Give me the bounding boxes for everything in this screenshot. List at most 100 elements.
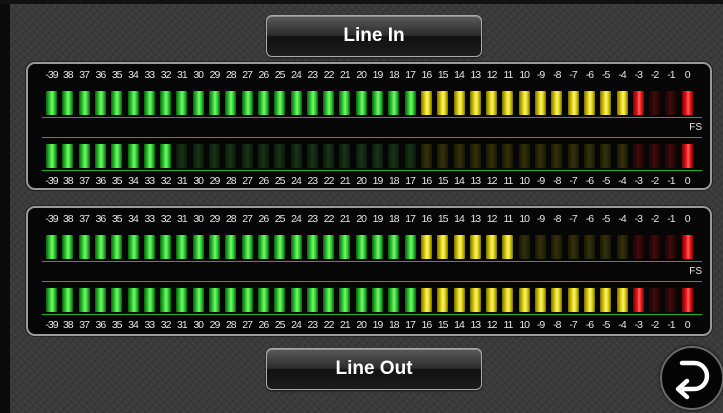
meter-segment <box>46 91 57 115</box>
meter-segment <box>225 91 237 115</box>
meter-segment <box>78 235 90 259</box>
db-scale-label: 28 <box>225 69 237 81</box>
db-scale-label: 30 <box>193 175 204 187</box>
meter-segment <box>46 235 57 259</box>
db-scale-label: 17 <box>405 69 416 81</box>
meter-segment <box>306 144 318 168</box>
line-out-meter-panel: -39 38 37 36 35 34 33 32 31 30 29 28 27 26 25 24 23 22 21 2… <box>26 206 712 336</box>
meter-segment <box>372 288 383 312</box>
db-scale-label: 33 <box>144 213 155 225</box>
db-scale-label: -8 <box>553 213 561 225</box>
meter-segment <box>290 235 302 259</box>
db-scale-label: 15 <box>437 319 449 331</box>
db-scale-label: 34 <box>128 175 139 187</box>
meter-segment <box>388 235 400 259</box>
meter-segment <box>567 235 579 259</box>
db-scale-label: 20 <box>356 319 367 331</box>
meter-divider-line <box>42 117 702 118</box>
meter-segment <box>583 235 595 259</box>
meter-segment <box>372 235 383 259</box>
db-scale-label: 26 <box>258 213 270 225</box>
db-scale-label: 34 <box>128 319 139 331</box>
meter-segment <box>339 144 351 168</box>
meter-segment <box>649 144 661 168</box>
db-scale-label: 37 <box>79 213 90 225</box>
db-scale-label: -9 <box>536 175 545 187</box>
line-out-meter-2 <box>28 288 710 312</box>
meter-segment <box>469 288 481 312</box>
db-scale-label: 26 <box>258 319 270 331</box>
db-scale-label: -6 <box>585 175 594 187</box>
db-scale-label: 19 <box>372 319 384 331</box>
db-scale-label: 10 <box>519 175 530 187</box>
line-in-meter-2 <box>28 144 710 168</box>
meter-segment <box>388 144 400 168</box>
line-out-button[interactable]: Line Out <box>266 348 482 390</box>
db-scale-label: 18 <box>388 69 400 81</box>
db-scale-label: 36 <box>95 175 107 187</box>
fs-label: FS <box>689 122 702 133</box>
db-scale-label: 15 <box>437 213 449 225</box>
meter-divider-line <box>42 314 702 315</box>
return-button[interactable] <box>660 346 723 410</box>
db-scale-bottom: -39 38 37 36 35 34 33 32 31 30 29 28 27 26 25 24 23 22 21 2… <box>28 175 710 187</box>
meter-segment <box>420 235 432 259</box>
meter-segment <box>339 91 351 115</box>
db-scale-label: 0 <box>684 213 691 225</box>
meter-segment <box>241 91 253 115</box>
db-scale-label: 27 <box>242 69 253 81</box>
meter-segment <box>681 288 693 312</box>
db-scale-label: 29 <box>209 319 221 331</box>
db-scale-label: 37 <box>79 319 90 331</box>
meter-divider-line <box>42 281 702 282</box>
db-scale-label: 22 <box>323 175 335 187</box>
db-scale-label: 21 <box>340 319 351 331</box>
db-scale-label: 20 <box>356 175 367 187</box>
db-scale-label: -1 <box>667 213 675 225</box>
db-scale-label: 14 <box>454 213 465 225</box>
meter-segment <box>502 91 514 115</box>
meter-segment <box>241 144 253 168</box>
db-scale-bottom: -39 38 37 36 35 34 33 32 31 30 29 28 27 26 25 24 23 22 21 2… <box>28 319 710 331</box>
db-scale-label: 12 <box>486 175 498 187</box>
db-scale-label: 38 <box>62 213 74 225</box>
meter-segment <box>160 288 172 312</box>
meter-segment <box>616 288 628 312</box>
meter-segment <box>46 288 57 312</box>
db-scale-label: 23 <box>307 175 318 187</box>
meter-segment <box>420 144 432 168</box>
db-scale-label: 13 <box>470 175 481 187</box>
db-scale-label: -5 <box>602 319 610 331</box>
db-scale-label: 35 <box>111 319 123 331</box>
frame-border-top <box>0 0 723 4</box>
db-scale-label: 22 <box>323 69 335 81</box>
db-scale-label: 23 <box>307 213 318 225</box>
meter-segment <box>306 91 318 115</box>
db-scale-label: -5 <box>602 69 610 81</box>
meter-segment <box>143 144 155 168</box>
db-scale-label: 22 <box>323 319 335 331</box>
meter-segment <box>306 288 318 312</box>
db-scale-label: 19 <box>372 213 384 225</box>
db-scale-label: -4 <box>618 175 626 187</box>
db-scale-label: 20 <box>356 213 367 225</box>
meter-segment <box>567 91 579 115</box>
db-scale-label: 15 <box>437 175 449 187</box>
db-scale-label: 31 <box>177 213 188 225</box>
line-in-button[interactable]: Line In <box>266 15 482 57</box>
meter-segment <box>616 235 628 259</box>
db-scale-label: -2 <box>650 69 659 81</box>
meter-segment <box>355 235 367 259</box>
meter-segment <box>127 235 139 259</box>
db-scale-label: -4 <box>618 69 626 81</box>
db-scale-label: 19 <box>372 175 384 187</box>
meter-segment <box>160 235 172 259</box>
db-scale-label: 14 <box>454 69 465 81</box>
db-scale-label: -39 <box>45 319 58 331</box>
meter-segment <box>241 235 253 259</box>
meter-segment <box>62 235 74 259</box>
line-out-meter-1 <box>28 235 710 259</box>
db-scale-label: 10 <box>519 319 530 331</box>
db-scale-label: -3 <box>634 175 643 187</box>
db-scale-label: 36 <box>95 319 107 331</box>
